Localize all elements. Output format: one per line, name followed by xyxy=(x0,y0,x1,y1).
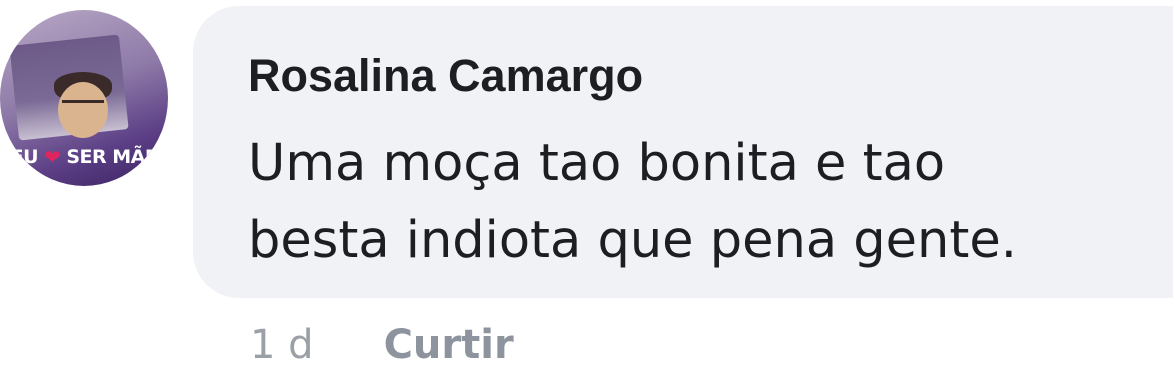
comment-actions: 1 d Curtir xyxy=(250,322,514,368)
heart-icon: ❤ xyxy=(44,145,61,169)
comment-timestamp[interactable]: 1 d xyxy=(250,322,314,368)
comment-item: EU ❤ SER MÃE Rosalina Camargo Uma moça t… xyxy=(0,0,1173,390)
avatar-banner: EU ❤ SER MÃE xyxy=(0,144,168,170)
avatar[interactable]: EU ❤ SER MÃE xyxy=(0,10,168,186)
like-button[interactable]: Curtir xyxy=(384,322,514,368)
comment-author[interactable]: Rosalina Camargo xyxy=(248,50,643,102)
avatar-glasses xyxy=(62,100,104,113)
avatar-banner-left: EU xyxy=(10,146,39,168)
comment-text-line: Uma moça tao bonita e tao xyxy=(248,134,946,193)
comment-text: Uma moça tao bonita e tao besta indiota … xyxy=(248,125,1168,279)
avatar-banner-right: SER MÃE xyxy=(66,146,158,168)
comment-text-line: besta indiota que pena gente. xyxy=(248,211,1017,270)
